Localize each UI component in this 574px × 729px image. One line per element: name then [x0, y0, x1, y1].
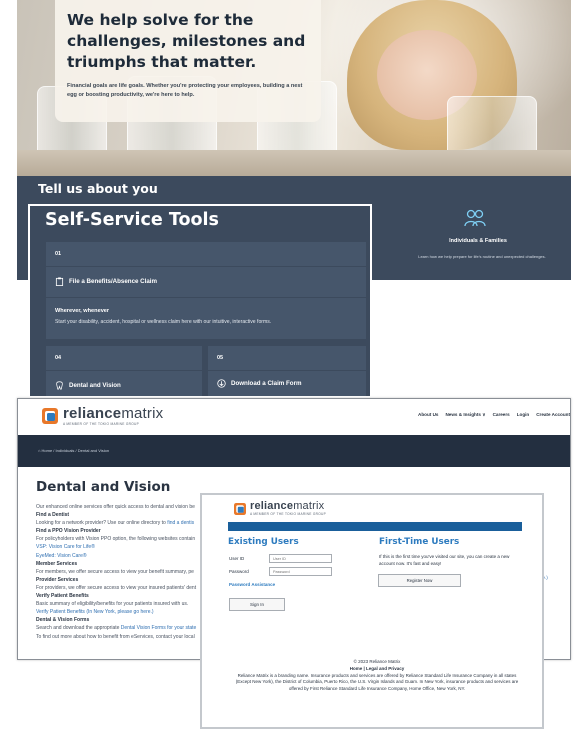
- breadcrumb[interactable]: ⌂ Home / Individuals / Dental and Vision: [38, 448, 109, 453]
- tool-tagline: Wherever, whenever: [55, 308, 110, 314]
- divider: [208, 370, 366, 371]
- password-input[interactable]: [269, 567, 332, 576]
- login-page: reliancematrix A MEMBER OF THE TOKIO MAR…: [200, 493, 544, 729]
- tooth-icon: [56, 381, 63, 390]
- clipboard-icon: [55, 277, 64, 286]
- verify-benefits-link[interactable]: Verify Patient Benefits: [36, 609, 85, 615]
- tool-number: 05: [217, 355, 224, 361]
- family-icon[interactable]: [464, 208, 486, 228]
- logo-tagline: A MEMBER OF THE TOKIO MARINE GROUP: [250, 512, 327, 516]
- self-service-panel: Self-Service Tools 01 File a Benefits/Ab…: [28, 204, 372, 398]
- self-service-title: Self-Service Tools: [45, 210, 219, 230]
- find-dentist-link[interactable]: find a dentis: [167, 520, 194, 526]
- nav-create-account[interactable]: Create Account: [536, 412, 570, 418]
- tool-item-download[interactable]: Download a Claim Form: [217, 379, 301, 388]
- tool-card-claim[interactable]: 01 File a Benefits/Absence Claim Whereve…: [46, 242, 366, 339]
- divider: [46, 370, 202, 371]
- tool-item-dental[interactable]: Dental and Vision: [55, 381, 121, 390]
- hero-card: We help solve for the challenges, milest…: [55, 0, 321, 122]
- divider: [46, 297, 366, 298]
- tool-card-dental[interactable]: 04 Dental and Vision: [46, 346, 202, 396]
- logo-mark-icon: [42, 407, 58, 424]
- copyright: © 2023 Reliance Matrix: [353, 659, 401, 664]
- family-title[interactable]: Individuals & Families: [403, 238, 553, 244]
- tool-number: 01: [55, 251, 62, 257]
- hero-headline: We help solve for the challenges, milest…: [67, 11, 306, 71]
- logo-wordmark: reliancematrix: [250, 500, 325, 512]
- userid-label: User ID: [229, 556, 245, 561]
- breadcrumb-bar: ⌂ Home / Individuals / Dental and Vision: [18, 435, 570, 467]
- nav-news[interactable]: News & Insights ∨: [445, 412, 485, 418]
- first-time-users-title: First-Time Users: [379, 537, 460, 547]
- existing-users-title: Existing Users: [228, 537, 299, 547]
- family-subtitle: Learn how we help prepare for life's rou…: [418, 254, 546, 259]
- first-time-text: If this is the first time you've visited…: [379, 554, 510, 566]
- password-assistance-link[interactable]: Password Assistance: [229, 582, 275, 587]
- forms-link[interactable]: Dental Vision Forms for your state: [121, 625, 197, 631]
- register-button[interactable]: Register Now: [378, 574, 461, 587]
- sign-in-button[interactable]: Sign In: [229, 598, 285, 611]
- new-york-link[interactable]: (In New York, please go here.): [86, 609, 153, 615]
- hero-subtext: Financial goals are life goals. Whether …: [67, 83, 303, 98]
- tool-label: File a Benefits/Absence Claim: [69, 278, 158, 285]
- tool-number: 04: [55, 355, 62, 361]
- tool-label: Dental and Vision: [69, 382, 121, 389]
- hero-banner: We help solve for the challenges, milest…: [17, 0, 571, 176]
- logo-wordmark: reliancematrix: [63, 405, 164, 422]
- footer: © 2023 Reliance Matrix Home | Legal and …: [232, 659, 522, 693]
- nav-login[interactable]: Login: [517, 412, 530, 418]
- band-title: Tell us about you: [38, 181, 158, 196]
- logo-mark-icon: [234, 502, 246, 515]
- download-icon: [217, 379, 226, 388]
- header-bar: [228, 522, 522, 531]
- userid-input[interactable]: [269, 554, 332, 563]
- tool-label: Download a Claim Form: [231, 380, 302, 387]
- nav-careers[interactable]: Careers: [493, 412, 510, 418]
- tool-item-claim[interactable]: File a Benefits/Absence Claim: [55, 277, 157, 286]
- footer-text: Reliance Matrix is a branding name. Insu…: [235, 672, 519, 692]
- top-nav: About Us News & Insights ∨ Careers Login…: [418, 412, 570, 418]
- divider: [46, 266, 366, 267]
- password-label: Password: [229, 569, 249, 574]
- page-title: Dental and Vision: [36, 479, 171, 495]
- reliance-logo[interactable]: reliancematrix A MEMBER OF THE TOKIO MAR…: [234, 500, 326, 516]
- hero-jar: [447, 96, 537, 156]
- tool-card-download[interactable]: 05 Download a Claim Form: [208, 346, 366, 396]
- tool-description: Start your disability, accident, hospita…: [55, 319, 272, 325]
- nav-about[interactable]: About Us: [418, 412, 438, 418]
- hero-table: [17, 150, 571, 176]
- reliance-logo[interactable]: reliancematrix A MEMBER OF THE TOKIO MAR…: [42, 405, 163, 426]
- footer-links[interactable]: Home | Legal and Privacy: [232, 666, 522, 673]
- logo-tagline: A MEMBER OF THE TOKIO MARINE GROUP: [63, 422, 140, 426]
